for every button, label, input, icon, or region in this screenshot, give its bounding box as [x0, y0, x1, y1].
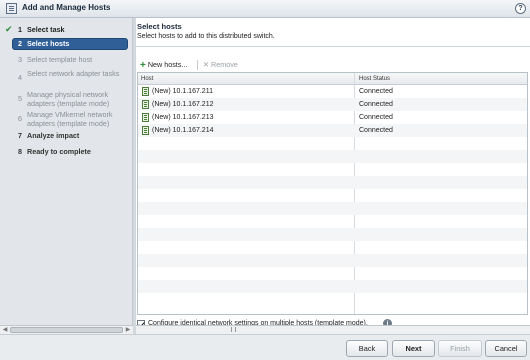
- next-button[interactable]: Next: [392, 340, 435, 357]
- remove-x-icon: ✕: [203, 60, 210, 69]
- step-label: Manage physical network adapters (templa…: [27, 90, 110, 108]
- remove-button[interactable]: ✕ Remove: [203, 60, 238, 69]
- wizard-steps-sidebar: ✔ 1 Select task 2 Select hosts 3 Select …: [0, 18, 133, 325]
- table-header: Host Host Status: [138, 73, 527, 85]
- empty-row: [138, 241, 527, 254]
- step-label: Analyze impact: [27, 131, 80, 140]
- finish-button[interactable]: Finish: [438, 340, 482, 357]
- host-server-icon: [142, 113, 149, 122]
- main-horizontal-scrollbar[interactable]: [136, 325, 530, 334]
- empty-row: [138, 267, 527, 280]
- host-server-icon: [142, 100, 149, 109]
- plus-icon: +: [140, 60, 146, 71]
- host-server-icon: [142, 126, 149, 135]
- table-row[interactable]: (New) 10.1.167.213 Connected: [138, 111, 527, 124]
- step-number: 3: [18, 55, 22, 64]
- step-number: 4: [18, 73, 22, 82]
- host-status-cell: Connected: [359, 101, 393, 108]
- step-number: 1: [18, 25, 22, 34]
- scrollbar-thumb[interactable]: [10, 327, 123, 333]
- step-select-hosts[interactable]: 2 Select hosts: [12, 38, 128, 50]
- step-label: Select template host: [27, 55, 93, 64]
- step-number: 5: [18, 94, 22, 103]
- header-divider: [136, 46, 530, 47]
- empty-row: [138, 150, 527, 163]
- empty-row: [138, 280, 527, 293]
- main-panel: Select hosts Select hosts to add to this…: [136, 18, 530, 334]
- table-row[interactable]: (New) 10.1.167.214 Connected: [138, 124, 527, 137]
- empty-row: [138, 293, 527, 306]
- step-label: Select network adapter tasks: [27, 69, 120, 78]
- checkmark-icon: ✔: [5, 24, 13, 34]
- host-status-cell: Connected: [359, 114, 393, 121]
- help-icon[interactable]: ?: [515, 3, 526, 14]
- wizard-icon: [6, 3, 17, 14]
- empty-row: [138, 137, 527, 150]
- window-title: Add and Manage Hosts: [22, 3, 111, 12]
- empty-row: [138, 163, 527, 176]
- cancel-button[interactable]: Cancel: [485, 340, 527, 357]
- wizard-footer: Back Next Finish Cancel: [0, 334, 530, 360]
- step-number: 7: [18, 131, 22, 140]
- back-button[interactable]: Back: [346, 340, 388, 357]
- empty-row: [138, 254, 527, 267]
- empty-row: [138, 228, 527, 241]
- scroll-right-arrow-icon[interactable]: ▶: [124, 326, 132, 334]
- empty-row: [138, 189, 527, 202]
- table-row[interactable]: (New) 10.1.167.212 Connected: [138, 98, 527, 111]
- hosts-table: Host Host Status (New) 10.1.167.211 Conn…: [137, 72, 528, 315]
- remove-label: Remove: [211, 60, 238, 69]
- column-header-host[interactable]: Host: [141, 76, 153, 82]
- scrollbar-grip-icon[interactable]: [231, 327, 236, 332]
- step-number: 2: [18, 39, 22, 48]
- host-name-cell: (New) 10.1.167.212: [152, 101, 214, 108]
- host-name-cell: (New) 10.1.167.211: [152, 88, 213, 95]
- new-hosts-button[interactable]: + New hosts...: [140, 60, 188, 71]
- step-label: Select task: [27, 25, 65, 34]
- scroll-left-arrow-icon[interactable]: ◀: [1, 326, 9, 334]
- page-title: Select hosts: [137, 22, 182, 31]
- table-row[interactable]: (New) 10.1.167.211 Connected: [138, 85, 527, 98]
- host-status-cell: Connected: [359, 127, 393, 134]
- new-hosts-label: New hosts...: [147, 60, 188, 69]
- host-server-icon: [142, 87, 149, 96]
- host-name-cell: (New) 10.1.167.214: [152, 127, 214, 134]
- step-label: Select hosts: [27, 39, 70, 48]
- empty-row: [138, 215, 527, 228]
- sidebar-horizontal-scrollbar[interactable]: ◀ ▶: [0, 325, 133, 334]
- page-subtitle: Select hosts to add to this distributed …: [137, 33, 275, 40]
- toolbar-separator: [197, 60, 198, 70]
- step-label: Ready to complete: [27, 147, 91, 156]
- title-bar: Add and Manage Hosts ?: [0, 0, 530, 18]
- step-number: 6: [18, 114, 22, 123]
- empty-row: [138, 176, 527, 189]
- empty-row: [138, 202, 527, 215]
- step-number: 8: [18, 147, 22, 156]
- host-name-cell: (New) 10.1.167.213: [152, 114, 214, 121]
- step-label: Manage VMkernel network adapters (templa…: [27, 110, 113, 128]
- host-status-cell: Connected: [359, 88, 393, 95]
- column-header-host-status[interactable]: Host Status: [359, 76, 390, 82]
